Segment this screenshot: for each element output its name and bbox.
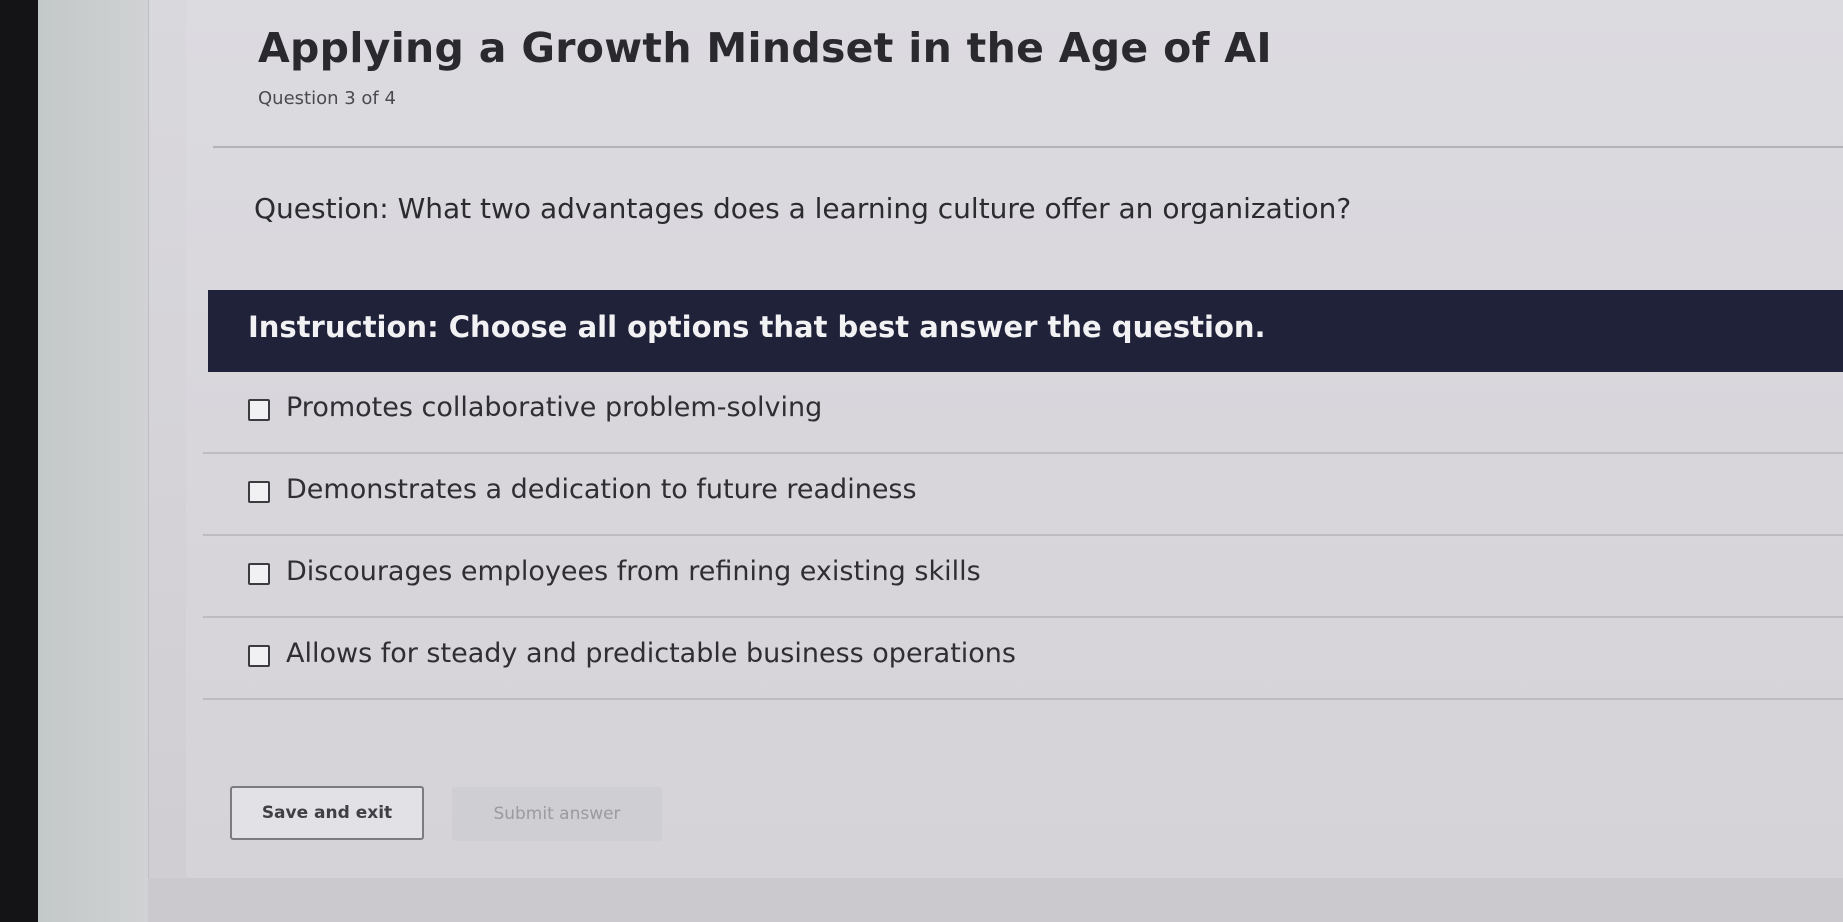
course-title: Applying a Growth Mindset in the Age of … bbox=[258, 24, 1272, 72]
answer-option-2[interactable]: Demonstrates a dedication to future read… bbox=[203, 454, 1843, 536]
answer-option-3[interactable]: Discourages employees from refining exis… bbox=[203, 536, 1843, 618]
app-screen: Applying a Growth Mindset in the Age of … bbox=[38, 0, 1843, 922]
save-and-exit-button[interactable]: Save and exit bbox=[230, 786, 424, 840]
header-divider bbox=[213, 146, 1843, 148]
submit-answer-button[interactable]: Submit answer bbox=[452, 787, 662, 841]
checkbox-option-4[interactable] bbox=[248, 645, 270, 667]
option-label-1: Promotes collaborative problem-solving bbox=[286, 392, 823, 423]
question-text: Question: What two advantages does a lea… bbox=[254, 192, 1352, 225]
option-label-3: Discourages employees from refining exis… bbox=[286, 556, 981, 587]
checkbox-option-3[interactable] bbox=[248, 563, 270, 585]
answer-option-1[interactable]: Promotes collaborative problem-solving bbox=[203, 372, 1843, 454]
checkbox-option-2[interactable] bbox=[248, 481, 270, 503]
answer-option-4[interactable]: Allows for steady and predictable busine… bbox=[203, 618, 1843, 700]
question-progress: Question 3 of 4 bbox=[258, 88, 396, 109]
checkbox-option-1[interactable] bbox=[248, 399, 270, 421]
instruction-text: Instruction: Choose all options that bes… bbox=[248, 310, 1266, 344]
option-label-2: Demonstrates a dedication to future read… bbox=[286, 474, 917, 505]
bottom-strip bbox=[148, 878, 1843, 922]
option-label-4: Allows for steady and predictable busine… bbox=[286, 638, 1016, 669]
instruction-banner: Instruction: Choose all options that bes… bbox=[208, 290, 1843, 372]
left-sidebar bbox=[38, 0, 149, 922]
